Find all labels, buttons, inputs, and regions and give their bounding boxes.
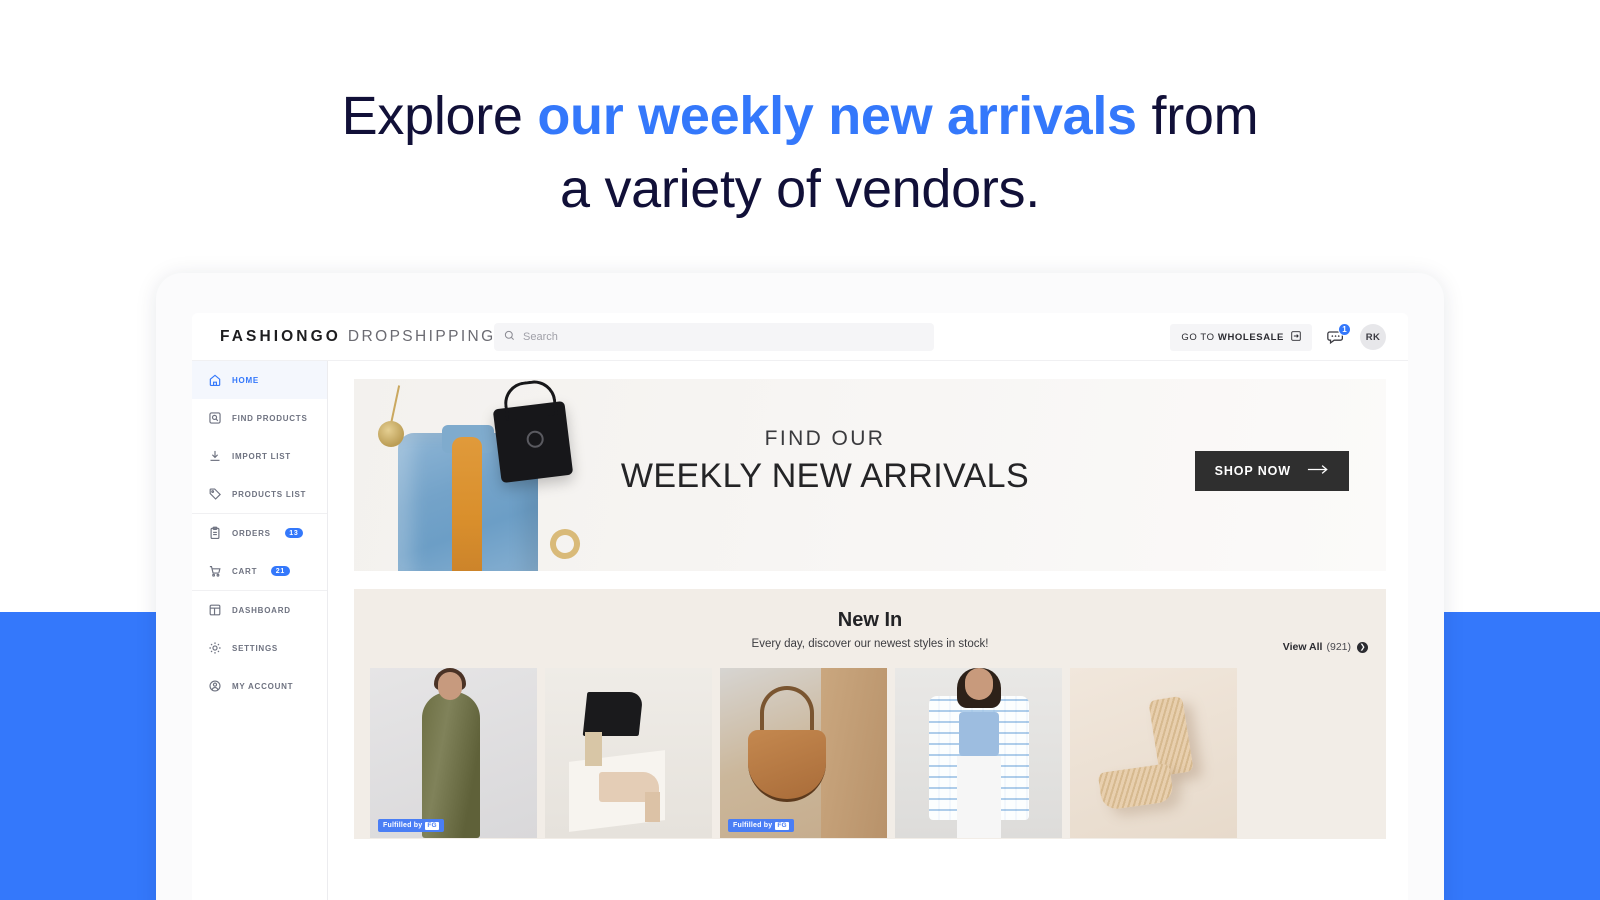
hero-line2: WEEKLY NEW ARRIVALS (620, 457, 1030, 495)
product-card[interactable] (545, 668, 712, 838)
shop-now-button[interactable]: SHOP NOW (1194, 451, 1349, 491)
fulfilled-label: Fulfilled by (383, 822, 423, 829)
app-logo[interactable]: FASHIONGO DROPSHIPPING (220, 328, 496, 346)
headline-line2: a variety of vendors. (560, 159, 1040, 220)
gold-ring-image (545, 524, 585, 564)
background-band-right (1438, 612, 1600, 900)
sidebar-item-import-list[interactable]: IMPORT LIST (192, 437, 327, 475)
product-card[interactable]: Fulfilled by FG (370, 668, 537, 838)
device-mockup: FASHIONGO DROPSHIPPING Search GO TO WHOL… (156, 273, 1444, 900)
chevron-right-circle-icon: ❯ (1357, 641, 1368, 653)
find-products-icon (208, 411, 222, 425)
tag-icon (208, 487, 222, 501)
product-image (748, 730, 826, 802)
main-content: FIND OUR WEEKLY NEW ARRIVALS SHOP NOW Ne… (328, 361, 1408, 900)
sidebar-item-label: ORDERS (232, 528, 271, 538)
sidebar-item-my-account[interactable]: MY ACCOUNT (192, 667, 327, 705)
sidebar-item-label: DASHBOARD (232, 605, 291, 615)
sidebar-item-find-products[interactable]: FIND PRODUCTS (192, 399, 327, 437)
view-all-count: (921) (1326, 641, 1351, 653)
home-icon (208, 373, 222, 387)
fulfilled-tag: FG (425, 821, 439, 830)
go-to-wholesale-button[interactable]: GO TO WHOLESALE (1170, 323, 1312, 351)
sidebar-item-products-list[interactable]: PRODUCTS LIST (192, 475, 327, 513)
fulfilled-badge: Fulfilled by FG (378, 819, 444, 832)
fulfilled-badge: Fulfilled by FG (728, 819, 794, 832)
black-bag-image (492, 400, 574, 484)
user-circle-icon (208, 679, 222, 693)
new-in-subtitle: Every day, discover our newest styles in… (751, 638, 989, 650)
product-card[interactable]: Fulfilled by FG (720, 668, 887, 838)
product-card[interactable] (1070, 668, 1237, 838)
hero-banner[interactable]: FIND OUR WEEKLY NEW ARRIVALS SHOP NOW (354, 379, 1386, 571)
new-in-section: New In Every day, discover our newest st… (354, 589, 1386, 839)
search-icon (504, 328, 515, 346)
page-headline: Explore our weekly new arrivals from a v… (0, 80, 1600, 227)
product-image (422, 692, 480, 838)
hero-line1: FIND OUR (764, 427, 886, 450)
sidebar-group-1: HOME FIND PRODUCTS IMPORT LIST PRODUCTS … (192, 361, 327, 514)
sidebar-item-label: MY ACCOUNT (232, 681, 294, 691)
app-screen: FASHIONGO DROPSHIPPING Search GO TO WHOL… (192, 313, 1408, 900)
hero-text: FIND OUR WEEKLY NEW ARRIVALS (590, 427, 1060, 496)
sidebar-item-label: FIND PRODUCTS (232, 413, 308, 423)
search-input[interactable]: Search (494, 323, 934, 351)
logo-brand: FASHIONGO (220, 327, 341, 345)
download-icon (208, 449, 222, 463)
view-all-label: View All (1282, 641, 1323, 653)
sidebar-item-label: HOME (232, 375, 259, 385)
shop-now-label: SHOP NOW (1214, 464, 1291, 478)
sidebar-item-home[interactable]: HOME (192, 361, 327, 399)
headline-after: from (1136, 86, 1259, 146)
sidebar-group-3: DASHBOARD SETTINGS MY ACCOUNT (192, 591, 327, 705)
necklace-image (372, 385, 418, 447)
app-body: HOME FIND PRODUCTS IMPORT LIST PRODUCTS … (192, 361, 1408, 900)
search-placeholder: Search (523, 331, 558, 343)
product-card-grid: Fulfilled by FG Fulfilled by FG (370, 668, 1370, 838)
headline-before: Explore (341, 86, 538, 146)
new-in-title: New In (837, 609, 903, 631)
background-band-left (0, 612, 160, 900)
arrow-right-icon (1307, 464, 1329, 478)
fulfilled-tag: FG (775, 821, 789, 830)
wholesale-label: GO TO WHOLESALE (1181, 331, 1284, 343)
product-image (582, 692, 644, 736)
app-header: FASHIONGO DROPSHIPPING Search GO TO WHOL… (192, 313, 1408, 361)
sidebar-item-label: IMPORT LIST (232, 451, 291, 461)
sidebar-item-cart[interactable]: CART 21 (192, 552, 327, 590)
sidebar: HOME FIND PRODUCTS IMPORT LIST PRODUCTS … (192, 361, 328, 900)
sidebar-item-orders[interactable]: ORDERS 13 (192, 514, 327, 552)
sidebar-group-2: ORDERS 13 CART 21 (192, 514, 327, 591)
sidebar-item-dashboard[interactable]: DASHBOARD (192, 591, 327, 629)
external-link-icon (1291, 330, 1301, 344)
page-root: Explore our weekly new arrivals from a v… (0, 0, 1600, 900)
product-card[interactable] (895, 668, 1062, 838)
scarf-image (452, 437, 482, 571)
view-all-link[interactable]: View All (921) ❯ (1283, 641, 1368, 653)
cart-icon (208, 564, 222, 578)
logo-suffix: DROPSHIPPING (347, 327, 496, 345)
clipboard-icon (208, 526, 222, 540)
sidebar-item-label: CART (232, 566, 258, 576)
sidebar-badge-cart: 21 (271, 566, 290, 576)
dashboard-icon (208, 603, 222, 617)
sidebar-item-settings[interactable]: SETTINGS (192, 629, 327, 667)
chat-badge: 1 (1338, 323, 1351, 336)
sidebar-item-label: SETTINGS (232, 643, 279, 653)
gear-icon (208, 641, 222, 655)
avatar[interactable]: RK (1360, 324, 1386, 350)
fulfilled-label: Fulfilled by (733, 822, 773, 829)
sidebar-item-label: PRODUCTS LIST (232, 489, 307, 499)
headline-highlight: our weekly new arrivals (537, 86, 1137, 146)
header-actions: GO TO WHOLESALE 1 RK (1170, 313, 1386, 361)
chat-button[interactable]: 1 (1326, 323, 1351, 347)
sidebar-badge-orders: 13 (284, 528, 304, 538)
chat-bubble-icon (1326, 331, 1346, 351)
